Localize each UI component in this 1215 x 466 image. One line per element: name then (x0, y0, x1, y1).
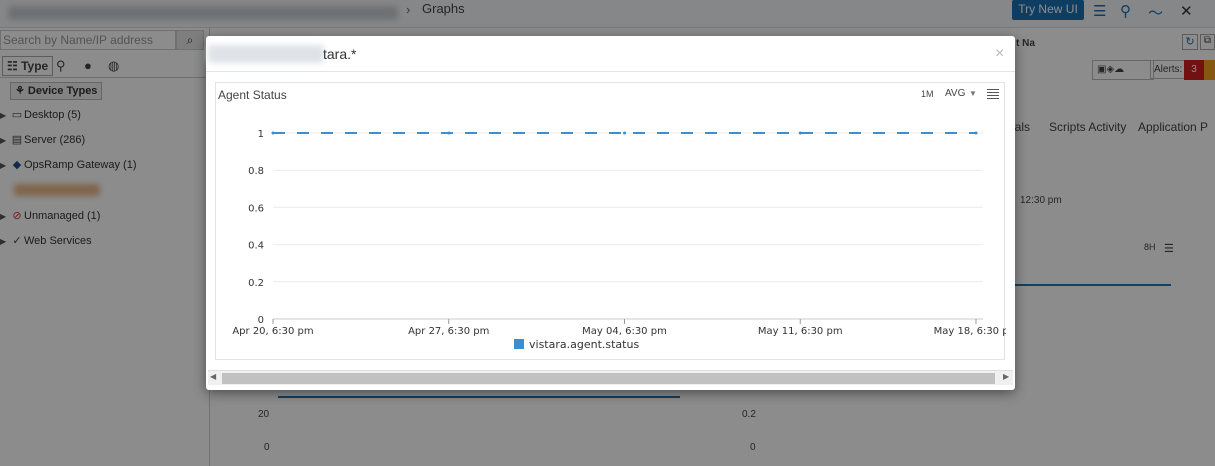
scroll-right-icon[interactable]: ▶ (1003, 372, 1009, 381)
y-tick-label: 0.8 (248, 166, 264, 177)
y-tick-label: 0.4 (248, 241, 264, 252)
data-point (447, 131, 451, 135)
x-tick-label: May 04, 6:30 pm (582, 326, 667, 337)
modal-header: tara.* × (206, 36, 1015, 72)
scroll-left-icon[interactable]: ◀ (210, 372, 216, 381)
y-tick-label: 0.6 (248, 203, 264, 214)
legend-swatch (514, 339, 524, 349)
modal-title: tara.* (323, 46, 357, 62)
data-point (271, 131, 275, 135)
x-tick-label: Apr 27, 6:30 pm (408, 326, 489, 337)
x-tick-label: May 18, 6:30 pm (934, 326, 1006, 337)
data-point (623, 131, 626, 135)
y-tick-label: 0.2 (248, 278, 264, 289)
data-point (974, 131, 978, 135)
close-icon[interactable]: × (995, 45, 1004, 63)
x-tick-label: Apr 20, 6:30 pm (232, 326, 313, 337)
horizontal-scrollbar[interactable]: ◀ ▶ (208, 370, 1013, 385)
agent-status-chart: 1 0.8 0.6 0.4 0.2 0Apr 20, 6:30 pm Apr 27, 6:3… (232, 129, 1006, 351)
legend-label: vistara.agent.status (529, 338, 639, 351)
y-tick-label: 0 (258, 315, 264, 326)
x-tick-label: May 11, 6:30 pm (758, 326, 843, 337)
graph-modal: tara.* × Agent Status 1M AVG ▼ 1 0.8 0.6 0.… (206, 36, 1015, 390)
scrollbar-thumb[interactable] (222, 373, 995, 384)
y-tick-label: 1 (258, 129, 264, 140)
chart-panel: Agent Status 1M AVG ▼ 1 0.8 0.6 0.4 0.2 0 Apr … (215, 82, 1006, 360)
redacted-title (208, 45, 324, 63)
data-point (798, 131, 802, 135)
